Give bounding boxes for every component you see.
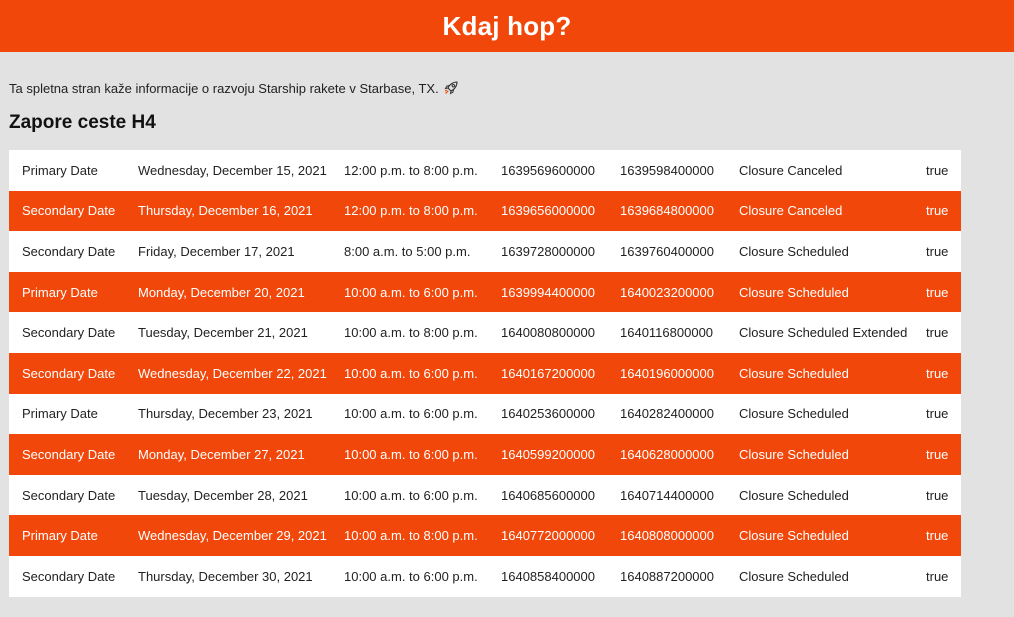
time-cell: 10:00 a.m. to 6:00 p.m. <box>344 284 478 300</box>
table-row: Secondary Date Tuesday, December 21, 2021… <box>9 312 961 353</box>
date-type-cell: Primary Date <box>22 162 98 178</box>
end-timestamp-cell: 1640808000000 <box>620 528 714 544</box>
date-cell: Monday, December 27, 2021 <box>138 446 305 462</box>
time-cell: 10:00 a.m. to 6:00 p.m. <box>344 487 478 503</box>
flag-cell: true <box>926 406 949 422</box>
date-type-cell: Primary Date <box>22 406 98 422</box>
date-type-cell: Secondary Date <box>22 365 116 381</box>
end-timestamp-cell: 1640196000000 <box>620 365 714 381</box>
status-cell: Closure Canceled <box>739 203 843 219</box>
table-row: Secondary Date Thursday, December 16, 202… <box>9 190 961 232</box>
status-cell: Closure Scheduled <box>739 406 849 422</box>
date-cell: Thursday, December 30, 2021 <box>138 568 313 584</box>
start-timestamp-cell: 1640772000000 <box>501 528 595 544</box>
intro-label: Ta spletna stran kaže informacije o razv… <box>9 80 439 96</box>
start-timestamp-cell: 1639994400000 <box>501 284 595 300</box>
date-cell: Wednesday, December 29, 2021 <box>138 528 327 544</box>
date-cell: Wednesday, December 22, 2021 <box>138 365 327 381</box>
top-bar: Kdaj hop? <box>0 0 1014 52</box>
intro-text: Ta spletna stran kaže informacije o razv… <box>9 80 1014 96</box>
start-timestamp-cell: 1639569600000 <box>501 162 595 178</box>
end-timestamp-cell: 1640714400000 <box>620 487 714 503</box>
date-cell: Tuesday, December 28, 2021 <box>138 487 308 503</box>
time-cell: 10:00 a.m. to 8:00 p.m. <box>344 325 478 341</box>
flag-cell: true <box>926 528 949 544</box>
table-row: Secondary Date Friday, December 17, 2021 8… <box>9 231 961 272</box>
date-cell: Thursday, December 23, 2021 <box>138 406 313 422</box>
status-cell: Closure Scheduled <box>739 568 849 584</box>
date-cell: Thursday, December 16, 2021 <box>138 203 313 219</box>
date-type-cell: Secondary Date <box>22 568 116 584</box>
table-row: Secondary Date Tuesday, December 28, 2021… <box>9 474 961 516</box>
date-type-cell: Secondary Date <box>22 325 116 341</box>
status-cell: Closure Scheduled <box>739 243 849 259</box>
end-timestamp-cell: 1640628000000 <box>620 446 714 462</box>
start-timestamp-cell: 1640253600000 <box>501 406 595 422</box>
flag-cell: true <box>926 203 949 219</box>
date-type-cell: Secondary Date <box>22 446 116 462</box>
status-cell: Closure Canceled <box>739 162 843 178</box>
table-row: Primary Date Wednesday, December 15, 2021… <box>9 150 961 191</box>
end-timestamp-cell: 1640023200000 <box>620 284 714 300</box>
status-cell: Closure Scheduled <box>739 528 849 544</box>
flag-cell: true <box>926 365 949 381</box>
date-type-cell: Primary Date <box>22 528 98 544</box>
date-cell: Wednesday, December 15, 2021 <box>138 162 327 178</box>
date-type-cell: Secondary Date <box>22 203 116 219</box>
end-timestamp-cell: 1639684800000 <box>620 203 714 219</box>
date-type-cell: Secondary Date <box>22 243 116 259</box>
time-cell: 10:00 a.m. to 6:00 p.m. <box>344 406 478 422</box>
start-timestamp-cell: 1640599200000 <box>501 446 595 462</box>
table-row: Primary Date Thursday, December 23, 2021 1… <box>9 393 961 435</box>
end-timestamp-cell: 1640116800000 <box>620 325 714 341</box>
table-row: Primary Date Wednesday, December 29, 2021… <box>9 515 961 556</box>
status-cell: Closure Scheduled <box>739 365 849 381</box>
flag-cell: true <box>926 487 949 503</box>
time-cell: 12:00 p.m. to 8:00 p.m. <box>344 162 478 178</box>
date-cell: Friday, December 17, 2021 <box>138 243 295 259</box>
time-cell: 10:00 a.m. to 6:00 p.m. <box>344 365 478 381</box>
table-row: Secondary Date Wednesday, December 22, 20… <box>9 352 961 394</box>
date-type-cell: Primary Date <box>22 284 98 300</box>
start-timestamp-cell: 1639656000000 <box>501 203 595 219</box>
table-row: Secondary Date Monday, December 27, 2021 1… <box>9 434 961 475</box>
start-timestamp-cell: 1640858400000 <box>501 568 595 584</box>
flag-cell: true <box>926 284 949 300</box>
start-timestamp-cell: 1640685600000 <box>501 487 595 503</box>
flag-cell: true <box>926 325 949 341</box>
date-cell: Tuesday, December 21, 2021 <box>138 325 308 341</box>
closures-table: Primary Date Wednesday, December 15, 2021… <box>9 150 961 597</box>
status-cell: Closure Scheduled Extended <box>739 325 908 341</box>
flag-cell: true <box>926 162 949 178</box>
status-cell: Closure Scheduled <box>739 446 849 462</box>
time-cell: 10:00 a.m. to 6:00 p.m. <box>344 446 478 462</box>
flag-cell: true <box>926 243 949 259</box>
table-row: Secondary Date Thursday, December 30, 202… <box>9 555 961 597</box>
end-timestamp-cell: 1640282400000 <box>620 406 714 422</box>
time-cell: 10:00 a.m. to 6:00 p.m. <box>344 568 478 584</box>
end-timestamp-cell: 1639598400000 <box>620 162 714 178</box>
time-cell: 8:00 a.m. to 5:00 p.m. <box>344 243 471 259</box>
date-type-cell: Secondary Date <box>22 487 116 503</box>
time-cell: 10:00 a.m. to 8:00 p.m. <box>344 528 478 544</box>
page-title: Kdaj hop? <box>442 10 572 41</box>
table-row: Primary Date Monday, December 20, 2021 10:… <box>9 271 961 313</box>
flag-cell: true <box>926 446 949 462</box>
date-cell: Monday, December 20, 2021 <box>138 284 305 300</box>
section-title: Zapore ceste H4 <box>9 112 156 133</box>
start-timestamp-cell: 1639728000000 <box>501 243 595 259</box>
start-timestamp-cell: 1640080800000 <box>501 325 595 341</box>
start-timestamp-cell: 1640167200000 <box>501 365 595 381</box>
status-cell: Closure Scheduled <box>739 487 849 503</box>
status-cell: Closure Scheduled <box>739 284 849 300</box>
time-cell: 12:00 p.m. to 8:00 p.m. <box>344 203 478 219</box>
flag-cell: true <box>926 568 949 584</box>
end-timestamp-cell: 1640887200000 <box>620 568 714 584</box>
rocket-icon <box>443 80 459 96</box>
end-timestamp-cell: 1639760400000 <box>620 243 714 259</box>
